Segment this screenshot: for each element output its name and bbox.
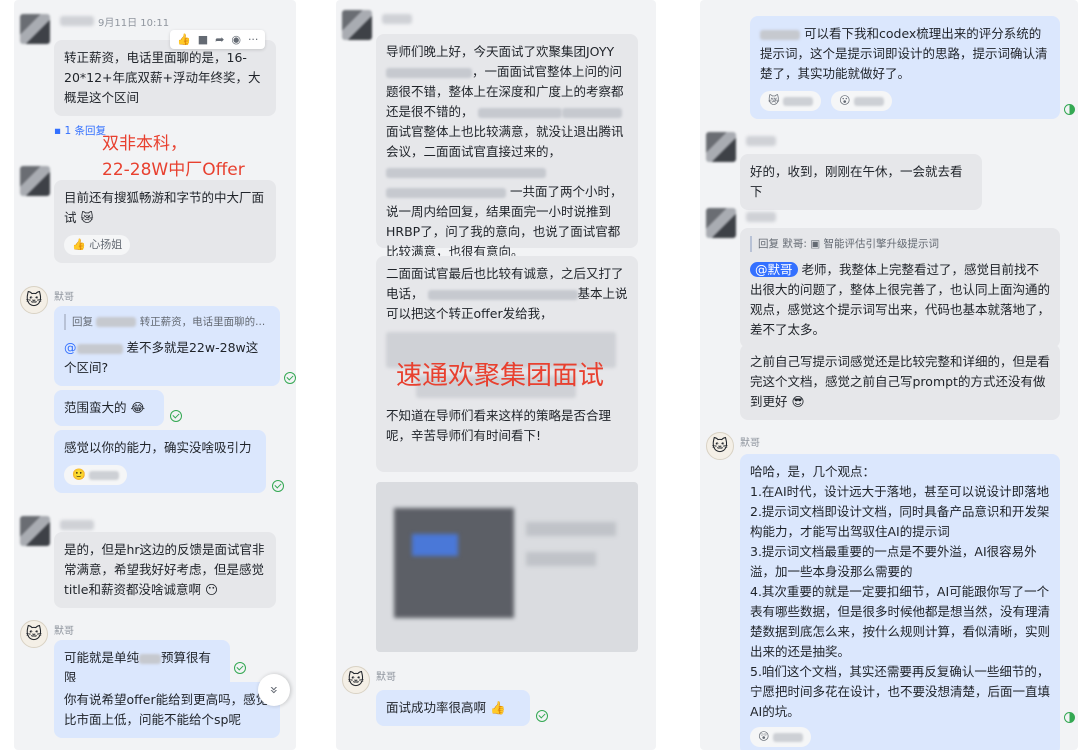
message-bubble[interactable]: 面试成功率很高啊 👍 <box>376 690 530 726</box>
image-attachment[interactable] <box>376 482 638 652</box>
emoji: 😎 <box>791 394 805 409</box>
reaction-pill[interactable]: 😿 <box>760 91 821 111</box>
avatar[interactable] <box>20 14 50 44</box>
message-bubble[interactable]: 之前自己写提示词感觉还是比较完整和详细的，但是看完这个文档，感觉之前自己写pro… <box>740 344 1060 420</box>
message-bubble[interactable]: 目前还有搜狐畅游和字节的中大厂面试 😿 👍 心扬姐 <box>54 180 276 263</box>
comment-icon: ▪ <box>54 125 65 137</box>
message-text: 可以看下我和codex梳理出来的评分系统的提示词，这个是提示词即设计的思路，提示… <box>760 26 1048 81</box>
message-time: 9月11日 10:11 <box>98 18 170 29</box>
sender-name-redacted <box>746 212 776 222</box>
message-text: 感觉以你的能力，确实没啥吸引力 <box>64 440 252 455</box>
avatar[interactable] <box>342 10 372 40</box>
read-status-icon <box>1064 104 1075 115</box>
message-bubble[interactable]: 回复 转正薪资，电话里面聊的... @ 差不多就是22w-28w这个区间? <box>54 306 280 386</box>
message-bubble[interactable]: 感觉以你的能力，确实没啥吸引力 🙂 <box>54 430 266 493</box>
avatar[interactable] <box>20 166 50 196</box>
avatar[interactable] <box>706 208 736 238</box>
message-toolbar: 👍 ■ ➦ ◉ ··· <box>170 30 266 49</box>
chat-panel-middle: 导师们晚上好，今天面试了欢聚集团JOYY ，一面面试官整体上问的问题很不错，整体… <box>336 0 656 750</box>
emoji: 👍 <box>490 700 506 715</box>
message-bubble[interactable]: 是的，但是hr这边的反馈是面试官非常满意，希望我好好考虑，但是感觉title和薪… <box>54 532 276 608</box>
avatar[interactable]: 🐱 <box>20 286 48 314</box>
thumbs-up-icon[interactable]: 👍 <box>177 33 191 46</box>
sender-name: 默哥 <box>376 672 396 683</box>
sender-name-redacted <box>60 16 94 26</box>
avatar[interactable]: 🐱 <box>20 620 48 648</box>
avatar[interactable] <box>20 516 50 546</box>
forward-icon[interactable]: ➦ <box>215 33 224 46</box>
read-receipt-icon <box>284 372 296 384</box>
message-text: 范围蛮大的 <box>64 400 127 415</box>
sender-name-redacted <box>382 14 412 24</box>
reply-quote[interactable]: 回复 转正薪资，电话里面聊的... <box>64 314 270 330</box>
sender-name-redacted <box>746 136 776 146</box>
message-text: 你有说希望offer能给到更高吗，感觉比市面上低，问能不能给个sp呢 <box>64 692 269 727</box>
reply-thread-link[interactable]: ▪ 1 条回复 <box>54 123 106 138</box>
reaction-pill[interactable]: 🙂 <box>64 465 128 485</box>
emoji: 😿 <box>80 210 94 225</box>
message-bubble[interactable]: 你有说希望offer能给到更高吗，感觉比市面上低，问能不能给个sp呢 <box>54 682 280 738</box>
read-status-icon <box>1064 712 1075 723</box>
reaction-pill[interactable]: 😲 <box>750 727 811 747</box>
message-bubble[interactable]: 导师们晚上好，今天面试了欢聚集团JOYY ，一面面试官整体上问的问题很不错，整体… <box>376 34 638 259</box>
overlay-title-line1: 双非本科， <box>102 134 187 154</box>
sender-name: 默哥 <box>740 438 760 449</box>
sender-name: 默哥 <box>54 292 74 303</box>
message-bubble[interactable]: 范围蛮大的 😂 <box>54 390 164 426</box>
chat-panel-right: 可以看下我和codex梳理出来的评分系统的提示词，这个是提示词即设计的思路，提示… <box>700 0 1078 750</box>
read-receipt-icon <box>234 662 246 674</box>
avatar[interactable] <box>706 132 736 162</box>
comment-icon[interactable]: ■ <box>198 33 208 46</box>
chat-panel-left: 9月11日 10:11 转正薪资，电话里面聊的是，16-20*12+年底双薪+浮… <box>14 0 296 750</box>
mention[interactable]: @默哥 <box>750 262 798 277</box>
read-receipt-icon <box>170 410 182 422</box>
message-text: 面试成功率很高啊 <box>386 700 487 715</box>
sender-name: 默哥 <box>54 626 74 637</box>
message-bubble[interactable]: 哈哈，是，几个观点： 1.在AI时代，设计远大于落地，甚至可以说设计即落地 2.… <box>740 454 1060 750</box>
emoji: 😶 <box>204 582 218 597</box>
message-bubble[interactable]: 好的，收到，刚刚在午休，一会就去看下 <box>740 154 982 210</box>
message-text: 目前还有搜狐畅游和字节的中大厂面试 <box>64 190 265 225</box>
reaction-pill[interactable]: 👍 心扬姐 <box>64 235 131 255</box>
overlay-title-line2: 22-28W中厂Offer <box>102 160 245 180</box>
scroll-to-bottom-button[interactable]: « <box>258 674 290 706</box>
message-text: 是的，但是hr这边的反馈是面试官非常满意，希望我好好考虑，但是感觉title和薪… <box>64 542 265 597</box>
pin-icon[interactable]: ◉ <box>231 33 241 46</box>
sender-name-redacted <box>60 520 94 530</box>
avatar[interactable]: 🐱 <box>342 666 370 694</box>
avatar[interactable]: 🐱 <box>706 432 734 460</box>
reply-quote[interactable]: 回复 默哥: ▣ 智能评估引擎升级提示词 <box>750 236 1050 252</box>
message-text: 好的，收到，刚刚在午休，一会就去看下 <box>750 164 963 199</box>
overlay-title: 速通欢聚集团面试 <box>396 361 605 391</box>
reaction-pill[interactable]: 😮 <box>830 91 892 111</box>
emoji: 😂 <box>130 400 146 415</box>
message-bubble[interactable]: 可以看下我和codex梳理出来的评分系统的提示词，这个是提示词即设计的思路，提示… <box>750 16 1060 119</box>
more-icon[interactable]: ··· <box>248 33 259 46</box>
read-receipt-icon <box>272 480 284 492</box>
read-receipt-icon <box>536 710 548 722</box>
mention[interactable]: @ <box>64 340 77 355</box>
message-bubble[interactable]: 转正薪资，电话里面聊的是，16-20*12+年底双薪+浮动年终奖，大概是这个区间 <box>54 40 276 116</box>
double-chevron-down-icon: « <box>266 685 282 695</box>
message-text: 转正薪资，电话里面聊的是，16-20*12+年底双薪+浮动年终奖，大概是这个区间 <box>64 50 261 105</box>
message-bubble[interactable]: 回复 默哥: ▣ 智能评估引擎升级提示词 @默哥 老师，我整体上完整看过了，感觉… <box>740 228 1060 348</box>
